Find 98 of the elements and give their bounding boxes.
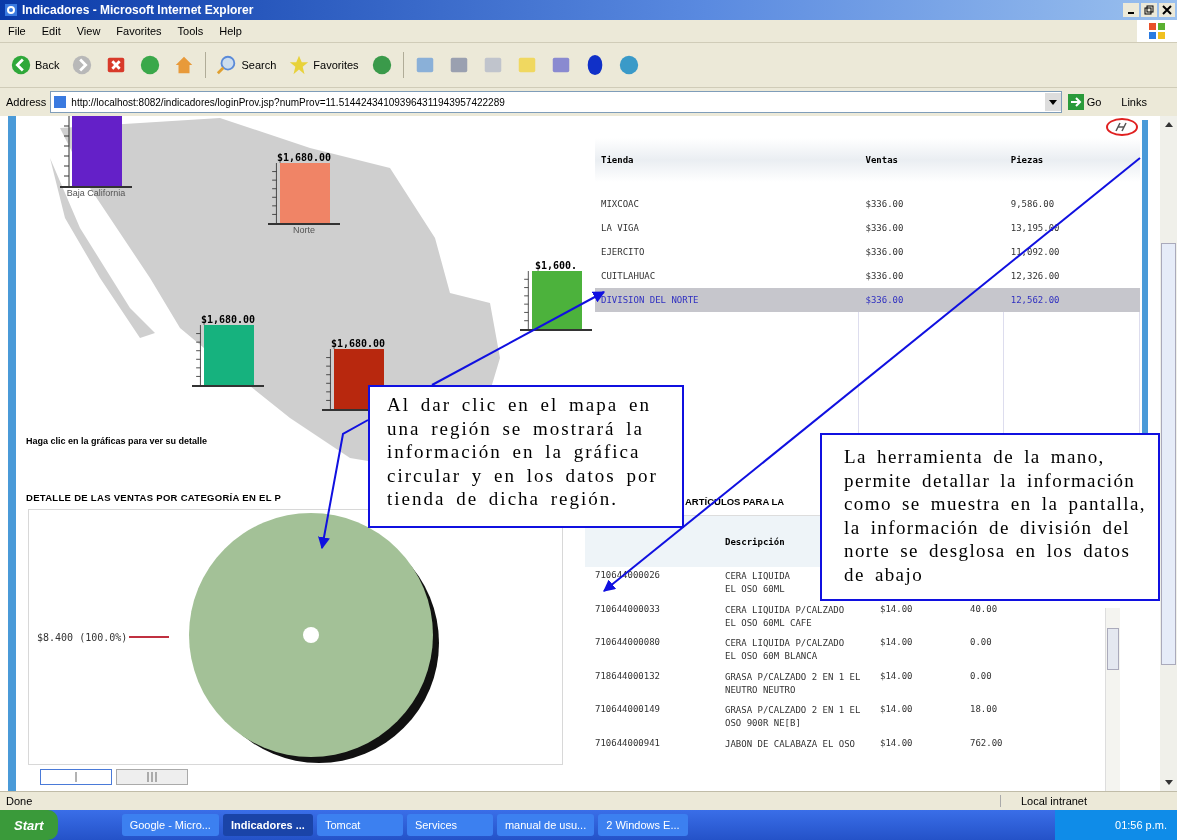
address-label: Address	[6, 96, 47, 108]
table-cell: CERA LIQUIDA P/CALZADO EL OSO 60M BLANCA	[725, 637, 845, 663]
leader-line	[129, 636, 170, 638]
windows-logo-icon	[1137, 20, 1177, 42]
close-icon	[1162, 5, 1172, 15]
bar-value-label: $1,680.00	[276, 152, 332, 163]
menu-item[interactable]: Favorites	[116, 25, 162, 37]
table-cell-text: $14.00	[880, 637, 914, 647]
minimize-button[interactable]	[1123, 3, 1139, 17]
table-row[interactable]: MIXCOAC $336.00 9,586.00	[595, 192, 1140, 216]
table-cell-text: 718644000132	[594, 670, 662, 681]
table-cell: CERA LIQUIDA EL OSO 60ML	[725, 570, 791, 596]
page-icon	[53, 95, 68, 109]
system-tray: 01:56 p.m.	[1055, 810, 1177, 840]
table-cell-text: $14.00	[880, 704, 914, 714]
arrow-icon	[1067, 94, 1084, 110]
table-cell-text: $14.00	[880, 603, 914, 614]
table-cell-text: $14.00	[880, 670, 914, 681]
table-cell-text: 710644000941	[594, 737, 662, 748]
table-cell-text: 0.00	[969, 637, 993, 647]
taskbar-button[interactable]: Services	[406, 814, 493, 836]
taskbar-button[interactable]: Tomcat	[316, 814, 403, 836]
table-cell-text: $336.00	[864, 223, 905, 233]
search-button[interactable]: Search	[214, 52, 279, 78]
bar-value-label: $1,600.	[534, 260, 578, 271]
restore-button[interactable]	[1141, 3, 1157, 17]
table-cell-text: DIVISION DEL NORTE	[600, 295, 700, 305]
taskbar-button[interactable]: 2 Windows E...	[598, 814, 688, 836]
callout-box: Al dar clic en el mapa en una región se mostrará la información en la gráfica circular y en los datos por tienda de dicha región.	[368, 385, 684, 528]
hint-text: Haga clic en la gráficas para ver su detalle	[26, 436, 208, 446]
table-cell-text: 12,326.00	[1009, 271, 1061, 281]
table-cell-text: 710644000080	[594, 637, 662, 647]
taskbar-button[interactable]: manual de usu...	[496, 814, 595, 836]
taskbar-button[interactable]: Indicadores ...	[222, 814, 313, 836]
table-cell-text: LA VIGA	[600, 223, 640, 233]
scroll-down-icon[interactable]	[1163, 779, 1174, 787]
pie-value-label: $8.400 (100.0%)	[37, 631, 128, 643]
table-cell: GRASA P/CALZADO 2 EN 1 EL NEUTRO NEUTRO	[725, 670, 861, 697]
menu-item[interactable]: Tools	[177, 25, 204, 37]
menu-item[interactable]: File	[8, 25, 26, 37]
table-cell-text: $336.00	[864, 247, 905, 257]
table-cell-text: MIXCOAC	[600, 199, 640, 209]
back-button[interactable]: Back	[8, 52, 62, 78]
table-cell-text: 12,562.00	[1009, 295, 1061, 305]
table-row[interactable]: DIVISION DEL NORTE $336.00 12,562.00	[595, 288, 1140, 312]
table-cell: CERA LIQUIDA P/CALZADO EL OSO 60ML CAFE	[725, 603, 845, 630]
back-icon	[10, 54, 32, 76]
dropdown-arrow-icon[interactable]	[1048, 98, 1057, 106]
callout-box: La herramienta de la mano, permite detallar la información como se muestra en la pantalla, la información de división del norte se desglosa en los datos de abajo	[820, 433, 1160, 601]
table-cell-text: EJERCITO	[600, 247, 646, 257]
security-zone: Local intranet	[1000, 795, 1171, 807]
table-cell-text: 0.00	[969, 670, 993, 681]
restore-icon	[1144, 5, 1154, 15]
menu-item[interactable]: Edit	[41, 25, 61, 37]
scrollbar[interactable]	[1160, 116, 1177, 791]
table-cell-text: 40.00	[969, 603, 999, 614]
menu-item[interactable]: View	[76, 25, 101, 37]
bars-icon	[147, 772, 157, 782]
column-header[interactable]: Descripción	[725, 536, 785, 547]
menu-item[interactable]: Help	[219, 25, 242, 37]
links-button[interactable]: Links	[1113, 96, 1171, 108]
region-label: Baja California	[66, 188, 126, 198]
table-cell-text: 9,586.00	[1009, 199, 1056, 209]
favorites-button[interactable]: Favorites	[286, 52, 361, 78]
bar-value-label: $1,680.00	[330, 338, 386, 349]
section-title: DETALLE DE LAS VENTAS POR CATEGORÍA EN EL P	[26, 492, 282, 503]
window-title: Indicadores - Microsoft Internet Explorer	[22, 3, 254, 17]
table-cell-text: 710644000149	[594, 704, 662, 714]
close-button[interactable]	[1159, 3, 1175, 17]
go-button[interactable]: Go	[1065, 92, 1110, 112]
table-cell-text: $336.00	[864, 295, 905, 305]
pager-tab[interactable]	[40, 769, 112, 785]
start-button[interactable]: Start	[0, 810, 58, 840]
browser-icon	[4, 3, 18, 17]
status-text: Done	[6, 795, 33, 807]
column-header[interactable]: Tienda	[595, 155, 860, 165]
table-cell-text: 18.00	[969, 704, 999, 714]
region-label: Norte	[293, 225, 315, 235]
favorites-icon	[288, 54, 311, 76]
scrollbar[interactable]	[1105, 608, 1120, 791]
table-cell-text: 710644000033	[594, 603, 662, 614]
pager-tab[interactable]	[116, 769, 188, 785]
column-header[interactable]: Piezas	[1004, 155, 1140, 165]
table-cell: GRASA P/CALZADO 2 EN 1 EL OSO 900R NE[B]	[725, 704, 861, 730]
bar-value-label: $1,680.00	[200, 314, 256, 325]
table-cell: JABON DE CALABAZA EL OSO	[725, 737, 856, 751]
table-row[interactable]: CUITLAHUAC $336.00 12,326.00	[595, 264, 1140, 288]
table-cell-text: $336.00	[864, 271, 905, 281]
column-header[interactable]: Ventas	[859, 155, 1005, 165]
forward-icon	[71, 54, 94, 76]
table-cell-text: 762.00	[969, 737, 1004, 748]
minimize-icon	[1128, 12, 1134, 14]
table-cell-text: CUITLAHUAC	[600, 271, 657, 281]
scroll-up-icon[interactable]	[1163, 120, 1174, 128]
taskbar-button[interactable]: Google - Micro...	[121, 814, 219, 836]
address-field[interactable]: http://localhost:8082/indicadores/loginProv.jsp?numProv=11.514424341093964311943957422289	[50, 91, 1062, 113]
table-cell-text: $14.00	[880, 737, 914, 748]
table-cell-text: $336.00	[864, 199, 905, 209]
